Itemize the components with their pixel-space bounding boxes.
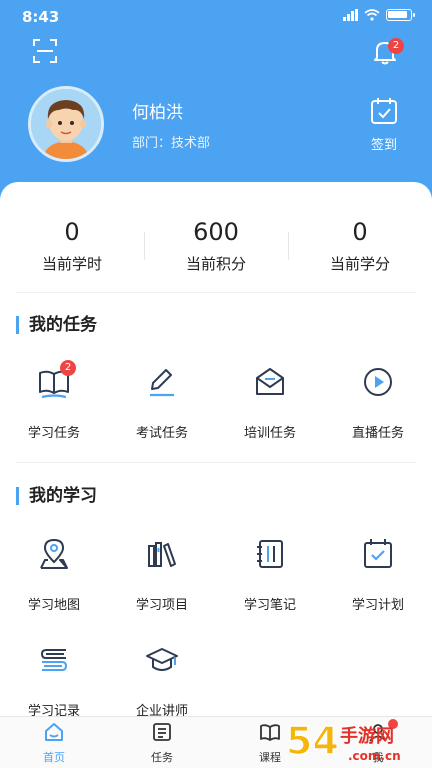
learning-item-notes[interactable]: 学习笔记 [216, 536, 324, 613]
grid-label: 学习笔记 [243, 598, 296, 613]
avatar[interactable] [28, 86, 104, 162]
stat-hours[interactable]: 0 当前学时 [0, 215, 144, 274]
stat-value: 0 [352, 218, 368, 246]
stack-records-icon [36, 642, 72, 678]
calendar-check-icon [371, 98, 397, 124]
tab-label: 任务 [151, 751, 173, 764]
divider [288, 232, 289, 260]
pen-edit-icon [144, 364, 180, 400]
scan-icon[interactable] [32, 38, 58, 64]
home-icon [45, 723, 63, 741]
divider [16, 462, 416, 463]
stat-credits[interactable]: 0 当前学分 [288, 215, 432, 274]
task-item-live[interactable]: 直播任务 [324, 364, 432, 441]
play-circle-icon [360, 364, 396, 400]
learning-item-records[interactable]: 学习记录 [0, 642, 108, 719]
checkin-button[interactable]: 签到 [364, 96, 404, 153]
avatar-image [31, 89, 101, 159]
learning-item-map[interactable]: 学习地图 [0, 536, 108, 613]
calendar-check-icon [360, 536, 396, 572]
status-icons [343, 9, 415, 21]
stat-label: 当前学分 [329, 255, 390, 273]
tab-home[interactable]: 首页 [0, 721, 108, 765]
section-title-tasks: 我的任务 [16, 316, 97, 334]
user-department: 部门：技术部 [132, 136, 211, 151]
wifi-icon [364, 9, 380, 21]
stat-value: 0 [64, 218, 80, 246]
stat-label: 当前积分 [185, 255, 246, 273]
books-icon [144, 536, 180, 572]
learning-item-project[interactable]: 学习项目 [108, 536, 216, 613]
grid-label: 学习计划 [351, 598, 404, 613]
graduation-cap-icon [144, 642, 180, 678]
grid-label: 学习任务 [27, 426, 80, 441]
learning-item-lecturer[interactable]: 企业讲师 [108, 642, 216, 719]
learning-item-plan[interactable]: 学习计划 [324, 536, 432, 613]
divider [144, 232, 145, 260]
stat-label: 当前学时 [41, 255, 102, 273]
signal-icon [343, 9, 358, 21]
section-title-learning: 我的学习 [16, 487, 97, 505]
watermark-sub: .com.cn [348, 749, 401, 763]
task-item-training[interactable]: 培训任务 [216, 364, 324, 441]
task-badge: 2 [60, 360, 76, 376]
grid-label: 直播任务 [351, 426, 404, 441]
map-pin-icon [36, 536, 72, 572]
task-list-icon [153, 723, 171, 741]
svg-text:54: 54 [286, 719, 339, 763]
notification-badge: 2 [388, 38, 404, 54]
mail-open-icon [252, 364, 288, 400]
notebook-icon [252, 536, 288, 572]
stat-points[interactable]: 600 当前积分 [144, 215, 288, 274]
watermark-logo: 54 手游网 .com.cn [285, 718, 401, 764]
watermark-text: 手游网 [340, 725, 394, 747]
status-bar: 8:43 [0, 0, 432, 32]
stat-value: 600 [193, 218, 239, 246]
checkin-label: 签到 [370, 138, 397, 153]
status-time: 8:43 [22, 8, 60, 26]
task-item-exam[interactable]: 考试任务 [108, 364, 216, 441]
tab-tasks[interactable]: 任务 [108, 721, 216, 765]
stats-row: 0 当前学时 600 当前积分 0 当前学分 [0, 215, 432, 285]
user-name: 何柏洪 [132, 103, 183, 123]
tab-label: 首页 [43, 751, 65, 764]
course-book-icon [260, 724, 280, 741]
grid-label: 学习项目 [135, 598, 188, 613]
task-item-study[interactable]: 2 学习任务 [0, 360, 108, 441]
grid-label: 学习地图 [27, 598, 80, 613]
grid-label: 培训任务 [243, 426, 296, 441]
grid-label: 考试任务 [135, 426, 188, 441]
battery-icon [386, 9, 415, 21]
divider [16, 292, 416, 293]
